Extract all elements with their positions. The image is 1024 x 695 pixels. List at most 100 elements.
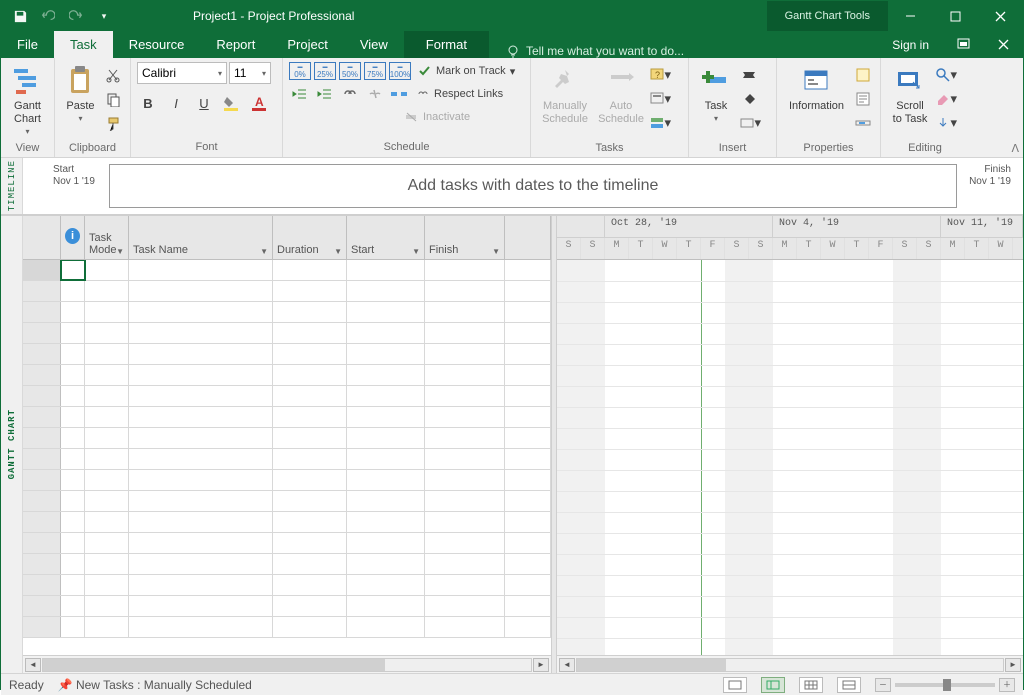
scroll-left-icon[interactable]: ◄ [559, 658, 575, 672]
details-icon[interactable] [852, 88, 874, 110]
tab-file[interactable]: File [1, 31, 54, 58]
auto-schedule-button[interactable]: Auto Schedule [595, 62, 647, 140]
timeline-pane-tab[interactable]: TIMELINE [1, 158, 23, 214]
tab-report[interactable]: Report [200, 31, 271, 58]
chart-body[interactable] [557, 260, 1023, 655]
pct-0-button[interactable]: ━0% [289, 62, 311, 80]
grid-hscrollbar[interactable]: ◄ ► [23, 655, 551, 673]
inactivate-button[interactable]: Inactivate [401, 108, 474, 126]
day-header[interactable]: S [557, 238, 581, 259]
col-finish[interactable]: Finish▼ [425, 216, 505, 259]
day-header[interactable]: F [701, 238, 725, 259]
deliverable-icon[interactable]: ▾ [739, 112, 761, 134]
unlink-icon[interactable] [364, 83, 386, 105]
pct-25-button[interactable]: ━25% [314, 62, 336, 80]
split-icon[interactable] [389, 83, 409, 105]
format-painter-icon[interactable] [102, 112, 124, 134]
inspect-icon[interactable]: ?▾ [649, 64, 671, 86]
gantt-pane-tab[interactable]: GANTT CHART [1, 216, 23, 673]
find-icon[interactable]: ▾ [935, 64, 957, 86]
summary-icon[interactable] [739, 64, 761, 86]
tab-resource[interactable]: Resource [113, 31, 201, 58]
fill-icon[interactable]: ▾ [935, 112, 957, 134]
fill-color-button[interactable] [221, 92, 243, 114]
scroll-to-task-button[interactable]: Scroll to Task [887, 62, 933, 140]
scroll-right-icon[interactable]: ► [1005, 658, 1021, 672]
outdent-icon[interactable] [289, 83, 311, 105]
col-start[interactable]: Start▼ [347, 216, 425, 259]
move-icon[interactable]: ▾ [649, 88, 671, 110]
col-task-name[interactable]: Task Name▼ [129, 216, 273, 259]
respect-links-button[interactable]: Respect Links [412, 85, 507, 103]
font-name-select[interactable]: Calibri [137, 62, 227, 84]
week-header[interactable]: Nov 4, '19 [773, 216, 941, 237]
cut-icon[interactable] [102, 64, 124, 86]
day-header[interactable]: S [725, 238, 749, 259]
mark-on-track-button[interactable]: Mark on Track ▾ [414, 62, 519, 80]
day-header[interactable]: M [605, 238, 629, 259]
day-header[interactable]: T [845, 238, 869, 259]
mode-icon[interactable]: ▾ [649, 112, 671, 134]
zoom-out-icon[interactable]: ─ [875, 678, 891, 692]
pct-50-button[interactable]: ━50% [339, 62, 361, 80]
status-new-tasks[interactable]: 📌 New Tasks : Manually Scheduled [58, 678, 252, 692]
add-to-timeline-icon[interactable] [852, 112, 874, 134]
day-header[interactable]: M [773, 238, 797, 259]
day-header[interactable]: M [941, 238, 965, 259]
redo-icon[interactable] [65, 5, 87, 27]
indent-icon[interactable] [314, 83, 336, 105]
tell-me[interactable]: Tell me what you want to do... [489, 44, 878, 58]
scroll-right-icon[interactable]: ► [533, 658, 549, 672]
pct-75-button[interactable]: ━75% [364, 62, 386, 80]
day-header[interactable]: S [917, 238, 941, 259]
insert-task-button[interactable]: Task [695, 62, 737, 140]
tab-format[interactable]: Format [404, 31, 489, 58]
day-header[interactable]: T [629, 238, 653, 259]
week-header[interactable]: Oct 28, '19 [605, 216, 773, 237]
collapse-ribbon-icon[interactable]: ᐱ [1011, 142, 1019, 155]
tab-task[interactable]: Task [54, 31, 113, 58]
paste-button[interactable]: Paste [61, 62, 100, 140]
maximize-icon[interactable] [933, 1, 978, 31]
col-task-mode[interactable]: Task Mode▼ [85, 216, 129, 259]
view-gantt-icon[interactable] [761, 677, 785, 693]
close-icon[interactable] [978, 1, 1023, 31]
tab-project[interactable]: Project [271, 31, 343, 58]
grid-body[interactable] [23, 260, 551, 655]
undo-icon[interactable] [37, 5, 59, 27]
link-icon[interactable] [339, 83, 361, 105]
manually-schedule-button[interactable]: Manually Schedule [537, 62, 593, 140]
timeline-bar[interactable]: Add tasks with dates to the timeline [109, 164, 957, 208]
zoom-in-icon[interactable]: ＋ [999, 678, 1015, 692]
clear-icon[interactable]: ▾ [935, 88, 957, 110]
save-icon[interactable] [9, 5, 31, 27]
view-normal-icon[interactable] [723, 677, 747, 693]
milestone-icon[interactable] [739, 88, 761, 110]
qat-dropdown-icon[interactable]: ▾ [93, 5, 115, 27]
tab-view[interactable]: View [344, 31, 404, 58]
notes-icon[interactable] [852, 64, 874, 86]
day-header[interactable]: W [989, 238, 1013, 259]
font-size-select[interactable]: 11 [229, 62, 271, 84]
col-indicators[interactable]: i [61, 216, 85, 259]
day-header[interactable]: F [869, 238, 893, 259]
day-header[interactable]: T [677, 238, 701, 259]
week-header[interactable]: Nov 11, '19 [941, 216, 1023, 237]
zoom-slider[interactable]: ─ ＋ [875, 678, 1015, 692]
information-button[interactable]: Information [783, 62, 850, 140]
underline-button[interactable]: U [193, 92, 215, 114]
view-split-icon[interactable] [837, 677, 861, 693]
col-duration[interactable]: Duration▼ [273, 216, 347, 259]
copy-icon[interactable] [102, 88, 124, 110]
pct-100-button[interactable]: ━100% [389, 62, 411, 80]
gantt-chart-button[interactable]: Gantt Chart [7, 62, 48, 140]
doc-close-icon[interactable] [983, 31, 1023, 58]
minimize-icon[interactable] [888, 1, 933, 31]
day-header[interactable]: S [893, 238, 917, 259]
scroll-left-icon[interactable]: ◄ [25, 658, 41, 672]
day-header[interactable]: S [581, 238, 605, 259]
sign-in[interactable]: Sign in [878, 38, 943, 52]
view-grid-icon[interactable] [799, 677, 823, 693]
day-header[interactable]: W [653, 238, 677, 259]
font-color-button[interactable]: A [249, 92, 271, 114]
